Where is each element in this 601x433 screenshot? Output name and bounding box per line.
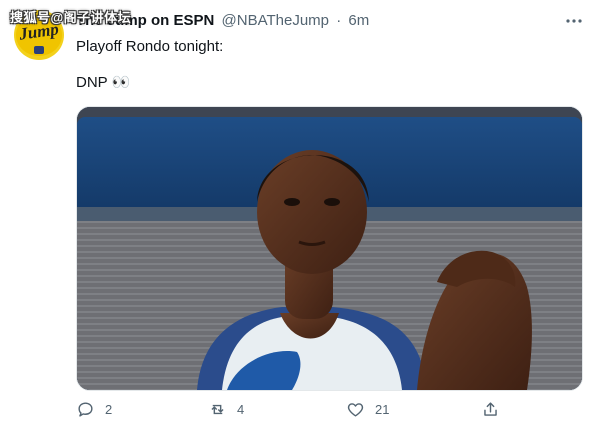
reply-icon [78, 402, 93, 417]
tweet-photo[interactable] [76, 106, 583, 391]
like-count: 21 [375, 402, 390, 417]
heart-icon [347, 403, 364, 417]
timestamp[interactable]: 6m [348, 12, 369, 29]
tweet-text-line-2: DNP 👀 [76, 74, 131, 91]
handle[interactable]: @NBATheJump [222, 12, 329, 29]
share-icon [484, 402, 497, 416]
retweet-button[interactable]: 4 [208, 400, 244, 419]
reply-count: 2 [105, 402, 113, 417]
separator: · [336, 12, 342, 29]
watermark: 搜狐号@阁子讲体坛 [10, 10, 132, 25]
tweet-actions: 2 4 21 [76, 400, 506, 422]
retweet-count: 4 [237, 402, 245, 417]
retweet-icon [211, 404, 224, 415]
share-button[interactable] [481, 400, 510, 419]
reply-button[interactable]: 2 [76, 400, 112, 419]
nba-logo-icon [34, 46, 44, 54]
photo-illustration [77, 107, 582, 390]
tweet-text-line-1: Playoff Rondo tonight: [76, 38, 224, 55]
more-options-icon[interactable] [565, 12, 583, 30]
like-button[interactable]: 21 [346, 400, 389, 419]
